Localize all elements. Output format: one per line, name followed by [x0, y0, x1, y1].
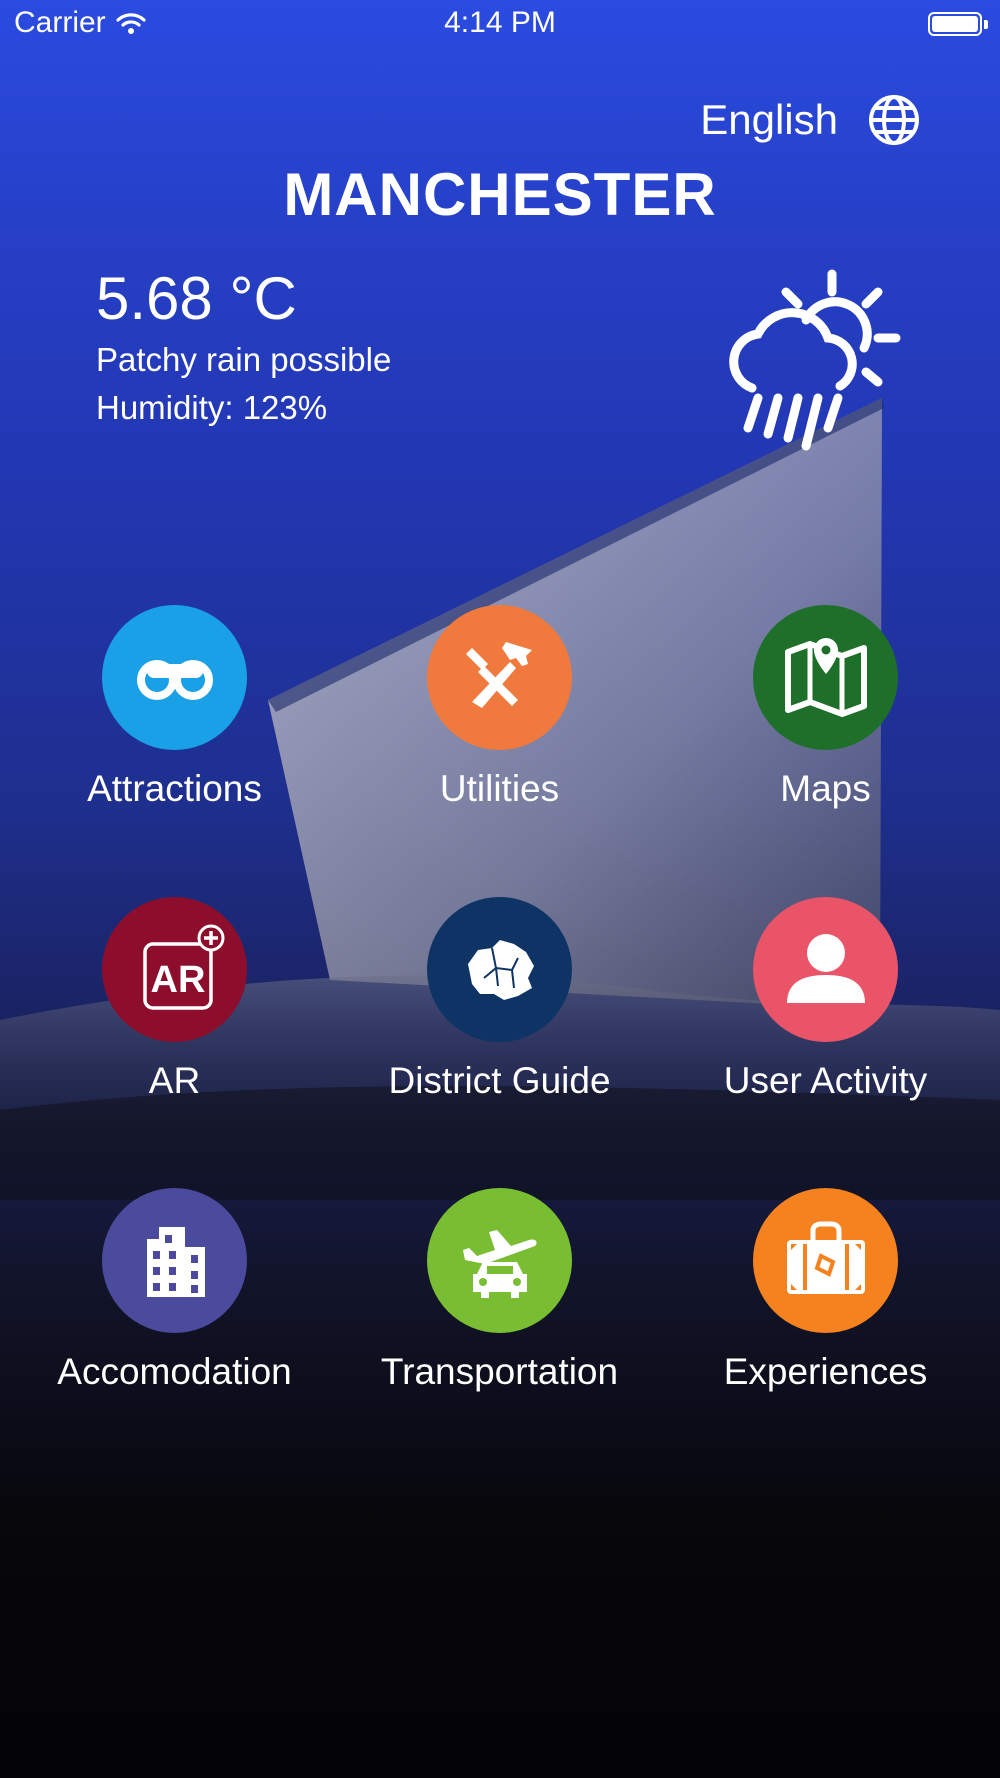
menu-item-district-guide[interactable]: District Guide — [337, 897, 662, 1102]
tools-icon — [465, 641, 532, 708]
transportation-circle — [427, 1188, 572, 1333]
experiences-circle — [753, 1188, 898, 1333]
user-activity-circle — [753, 897, 898, 1042]
battery-icon — [928, 12, 982, 36]
menu-item-attractions[interactable]: Attractions — [12, 605, 337, 810]
rain-sun-icon — [729, 269, 901, 451]
accomodation-circle — [102, 1188, 247, 1333]
user-activity-label: User Activity — [723, 1060, 928, 1101]
experiences-label: Experiences — [723, 1351, 928, 1392]
suitcase-icon — [786, 1221, 865, 1294]
district-guide-circle — [427, 897, 572, 1042]
menu-item-transportation[interactable]: Transportation — [337, 1188, 662, 1393]
menu-item-user-activity[interactable]: User Activity — [663, 897, 988, 1102]
language-selector[interactable]: English — [700, 94, 920, 146]
utilities-label: Utilities — [439, 768, 560, 809]
plane-car-icon — [462, 1229, 537, 1298]
humidity-label: Humidity: 123% — [96, 389, 328, 426]
menu-item-maps[interactable]: Maps — [663, 605, 988, 810]
temperature-label: 5.68 °C — [96, 265, 297, 332]
ar-label: AR — [148, 1060, 201, 1101]
transportation-label: Transportation — [380, 1351, 619, 1392]
menu-item-ar[interactable]: AR AR — [12, 897, 337, 1102]
binoculars-icon — [136, 659, 213, 700]
status-time: 4:14 PM — [444, 6, 556, 39]
menu-item-accomodation[interactable]: Accomodation — [12, 1188, 337, 1393]
status-bar: Carrier 4:14 PM — [0, 0, 1000, 50]
globe-icon — [869, 95, 919, 145]
weather-info: 5.68 °C Patchy rain possible Humidity: 1… — [96, 262, 391, 432]
utilities-circle — [427, 605, 572, 750]
attractions-circle — [102, 605, 247, 750]
maps-label: Maps — [780, 768, 871, 809]
accomodation-label: Accomodation — [57, 1351, 292, 1392]
city-title: MANCHESTER — [283, 161, 717, 228]
menu-item-experiences[interactable]: Experiences — [663, 1188, 988, 1393]
building-icon — [146, 1226, 205, 1297]
maps-circle — [753, 605, 898, 750]
menu-item-utilities[interactable]: Utilities — [337, 605, 662, 810]
weather-condition: Patchy rain possible — [96, 341, 392, 378]
user-icon — [786, 933, 865, 1003]
district-map-icon — [467, 939, 534, 1000]
map-icon — [784, 637, 867, 717]
battery-tip — [984, 20, 988, 29]
district-guide-label: District Guide — [388, 1060, 611, 1101]
language-label: English — [700, 96, 838, 143]
ar-icon: AR — [142, 924, 224, 1010]
attractions-label: Attractions — [87, 768, 262, 809]
svg-text:AR: AR — [150, 959, 205, 1001]
ar-circle: AR — [102, 897, 247, 1042]
